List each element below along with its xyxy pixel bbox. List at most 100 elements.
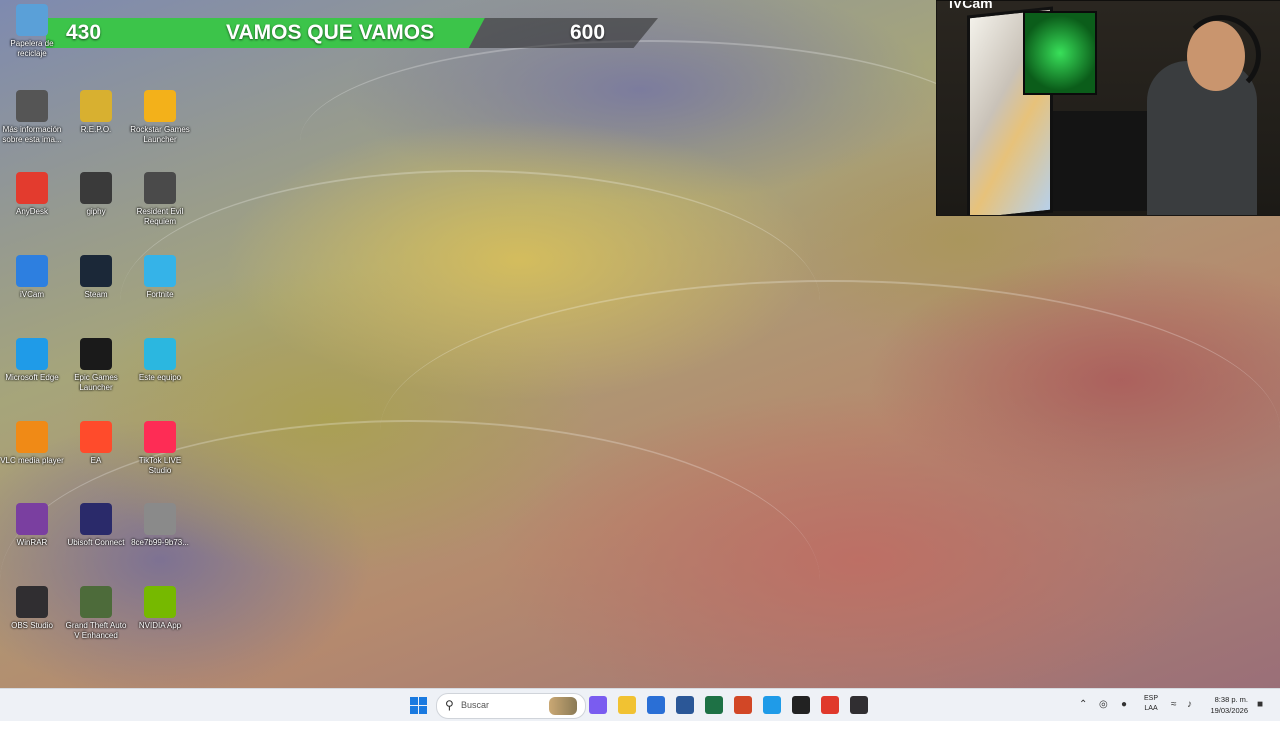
- desktop-icon-label: EA: [90, 456, 102, 465]
- webcam-label: iVCam: [949, 0, 993, 11]
- recycle-bin-icon: [16, 4, 48, 36]
- desktop-icon-ea[interactable]: EA: [64, 421, 128, 466]
- desktop-icon-nvidia[interactable]: NVIDIA App: [128, 586, 192, 631]
- epic-games-icon: [80, 338, 112, 370]
- computer-icon: [144, 338, 176, 370]
- word-icon[interactable]: [676, 696, 694, 714]
- goal-current-value: 430: [66, 21, 102, 44]
- desktop-icon-repo[interactable]: R.E.P.O.: [64, 90, 128, 135]
- ubisoft-icon: [80, 503, 112, 535]
- desktop-icon-label: Steam: [84, 290, 108, 299]
- desktop-icon-obs[interactable]: OBS Studio: [0, 586, 64, 631]
- camera-info-icon: [16, 90, 48, 122]
- desktop-icon-ivcam[interactable]: iVCam: [0, 255, 64, 300]
- game-icon[interactable]: [792, 696, 810, 714]
- desktop-icon-rockstar[interactable]: Rockstar Games Launcher: [128, 90, 192, 145]
- obs-icon[interactable]: [850, 696, 868, 714]
- desktop-icon-gta[interactable]: Grand Theft Auto V Enhanced: [64, 586, 128, 641]
- file-icon: [144, 503, 176, 535]
- winrar-icon: [16, 503, 48, 535]
- desktop-icon-label: 8ce7b99-9b73...: [131, 538, 189, 547]
- search-icon: ⚲: [445, 698, 454, 712]
- search-highlight-image: [549, 697, 577, 715]
- desktop-icon-label: giphy: [86, 207, 106, 216]
- desktop-icon-label: Fortnite: [146, 290, 174, 299]
- edge-icon: [16, 338, 48, 370]
- desktop-icon-info[interactable]: Más información sobre esta ima...: [0, 90, 64, 145]
- anydesk-icon: [16, 172, 48, 204]
- network-tray-icon[interactable]: ◎: [1099, 699, 1108, 710]
- desktop-icon-edge[interactable]: Microsoft Edge: [0, 338, 64, 383]
- powerpoint-icon[interactable]: [734, 696, 752, 714]
- webcam-pc-case: [1023, 11, 1097, 95]
- desktop-icon-label: Más información sobre esta ima...: [2, 125, 62, 144]
- desktop-icon-label: VLC media player: [0, 456, 64, 465]
- goal-progress-bar: 430 VAMOS QUE VAMOS 600: [46, 18, 658, 48]
- desktop-icon-label: iVCam: [19, 290, 44, 299]
- file-explorer-icon[interactable]: [618, 696, 636, 714]
- clock-time: 8:38 p. m.: [1214, 695, 1248, 704]
- desktop-icon-label: TikTok LIVE Studio: [138, 456, 182, 475]
- desktop-icon-vlc[interactable]: VLC media player: [0, 421, 64, 466]
- excel-icon[interactable]: [705, 696, 723, 714]
- start-button[interactable]: [410, 697, 427, 714]
- store-icon[interactable]: [647, 696, 665, 714]
- nvidia-icon: [144, 586, 176, 618]
- obs-icon: [16, 586, 48, 618]
- chrome-icon[interactable]: [821, 696, 839, 714]
- desktop-icon-label: WinRAR: [16, 538, 48, 547]
- desktop-icon-label: Microsoft Edge: [5, 373, 59, 382]
- desktop-icon-label: Este equipo: [138, 373, 182, 382]
- headset-icon: [1181, 15, 1261, 95]
- desktop-icon-label: AnyDesk: [15, 207, 48, 216]
- goal-title: VAMOS QUE VAMOS: [226, 21, 435, 44]
- desktop-icon-label: Ubisoft Connect: [67, 538, 125, 547]
- desktop-icon-label: Resident Evil Requiem: [136, 207, 184, 226]
- notification-icon[interactable]: ■: [1257, 699, 1263, 710]
- microphone-icon[interactable]: ●: [1121, 699, 1127, 710]
- giphy-icon: [80, 172, 112, 204]
- clock[interactable]: 8:38 p. m. 19/03/2026: [1210, 694, 1248, 716]
- fortnite-icon: [144, 255, 176, 287]
- desktop-icon-epic[interactable]: Epic Games Launcher: [64, 338, 128, 393]
- desktop-icon-file[interactable]: 8ce7b99-9b73...: [128, 503, 192, 548]
- taskbar-search[interactable]: ⚲ Buscar: [436, 693, 586, 719]
- goal-target-value: 600: [570, 21, 606, 44]
- webcam-overlay: iVCam: [936, 0, 1280, 216]
- search-placeholder: Buscar: [461, 700, 490, 710]
- desktop-icon-ubisoft[interactable]: Ubisoft Connect: [64, 503, 128, 548]
- desktop-icon-label: NVIDIA App: [138, 621, 182, 630]
- desktop-icon-label: Rockstar Games Launcher: [130, 125, 190, 144]
- desktop-icon-tiktok[interactable]: TikTok LIVE Studio: [128, 421, 192, 476]
- desktop-icon-resident[interactable]: Resident Evil Requiem: [128, 172, 192, 227]
- desktop-icon-steam[interactable]: Steam: [64, 255, 128, 300]
- rockstar-icon: [144, 90, 176, 122]
- repo-game-icon: [80, 90, 112, 122]
- copilot-icon[interactable]: [589, 696, 607, 714]
- clock-date: 19/03/2026: [1210, 706, 1248, 715]
- desktop-icon-label: Grand Theft Auto V Enhanced: [65, 621, 127, 640]
- ivcam-icon: [16, 255, 48, 287]
- resident-evil-icon: [144, 172, 176, 204]
- desktop-icon-thispc[interactable]: Este equipo: [128, 338, 192, 383]
- desktop-icon-label: R.E.P.O.: [80, 125, 112, 134]
- desktop-icon-winrar[interactable]: WinRAR: [0, 503, 64, 548]
- gta-icon: [80, 586, 112, 618]
- desktop-icon-label: Papelera de reciclaje: [10, 39, 54, 58]
- taskbar: ⚲ Buscar ⌃ ◎ ● ESP LAA ≈ ♪ 8:38 p. m. 19…: [0, 688, 1280, 721]
- chevron-up-icon[interactable]: ⌃: [1079, 699, 1087, 710]
- volume-icon[interactable]: ♪: [1187, 699, 1192, 710]
- desktop-icon-fortnite[interactable]: Fortnite: [128, 255, 192, 300]
- steam-icon: [80, 255, 112, 287]
- wifi-icon[interactable]: ≈: [1171, 699, 1177, 710]
- desktop-icon-anydesk[interactable]: AnyDesk: [0, 172, 64, 217]
- desktop-icon-label: Epic Games Launcher: [74, 373, 118, 392]
- desktop-icon-recycle[interactable]: Papelera de reciclaje: [0, 4, 64, 59]
- edge-icon[interactable]: [763, 696, 781, 714]
- desktop-icon-label: OBS Studio: [11, 621, 53, 630]
- language-indicator[interactable]: ESP LAA: [1144, 694, 1158, 714]
- tiktok-icon: [144, 421, 176, 453]
- desktop-icon-giphy[interactable]: giphy: [64, 172, 128, 217]
- ea-icon: [80, 421, 112, 453]
- vlc-icon: [16, 421, 48, 453]
